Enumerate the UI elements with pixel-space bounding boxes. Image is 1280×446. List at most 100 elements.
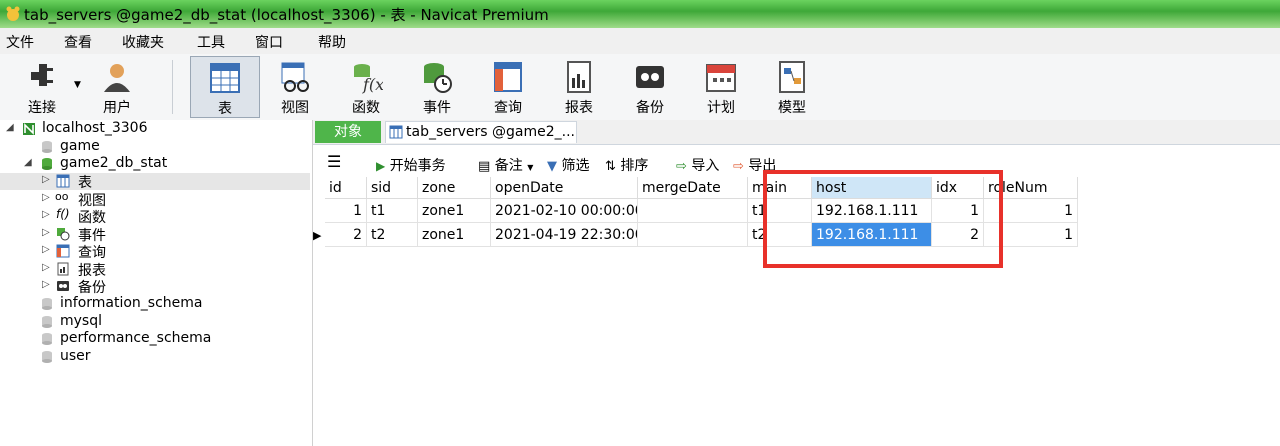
user-button[interactable]: 用户 (88, 56, 146, 118)
table-icon (210, 63, 240, 93)
connection-icon (23, 123, 35, 135)
nav-reports[interactable]: ▷ 报表 (0, 261, 310, 279)
expanded-arrow-icon[interactable]: ◢ (24, 157, 32, 168)
expanded-arrow-icon[interactable]: ◢ (6, 122, 14, 133)
nav-connection[interactable]: ◢ localhost_3306 (0, 120, 310, 138)
table-cell[interactable]: t1 (367, 199, 418, 223)
event-clock-icon (424, 63, 452, 93)
connection-label: localhost_3306 (42, 120, 148, 136)
db-label: game (60, 138, 100, 154)
table-cell[interactable]: 2 (325, 223, 367, 247)
table-cell[interactable]: 2021-02-10 00:00:00 (491, 199, 638, 223)
nav-db-performance-schema[interactable]: performance_schema (0, 330, 310, 348)
table-icon (389, 125, 403, 139)
report-button[interactable]: 报表 (550, 56, 608, 118)
nav-db-user[interactable]: user (0, 348, 310, 366)
filter-label: 筛选 (561, 158, 590, 174)
user-label: 用户 (103, 100, 131, 116)
function-button[interactable]: f(x) 函数 (337, 56, 395, 118)
column-header-mergedate[interactable]: mergeDate (638, 177, 748, 199)
memo-label: 备注 (494, 158, 523, 174)
column-header-zone[interactable]: zone (418, 177, 491, 199)
filter-icon: ▼ (547, 159, 557, 174)
menu-file[interactable]: 文件 (6, 32, 34, 52)
database-icon (42, 298, 52, 310)
svg-text:f(x): f(x) (362, 75, 383, 94)
nav-events[interactable]: ▷ 事件 (0, 226, 310, 244)
table-cell[interactable] (638, 223, 748, 247)
collapsed-arrow-icon[interactable]: ▷ (42, 192, 50, 203)
import-label: 导入 (691, 158, 720, 174)
nav-db-mysql[interactable]: mysql (0, 313, 310, 331)
view-button[interactable]: 视图 (266, 56, 324, 118)
event-clock-icon (57, 228, 70, 241)
collapsed-arrow-icon[interactable]: ▷ (42, 209, 50, 220)
tab-table-data[interactable]: tab_servers @game2_... (385, 121, 577, 143)
collapsed-arrow-icon[interactable]: ▷ (42, 279, 50, 290)
begin-transaction-label: 开始事务 (389, 158, 446, 174)
column-header-sid[interactable]: sid (367, 177, 418, 199)
db-label: performance_schema (60, 330, 212, 346)
model-button[interactable]: 模型 (763, 56, 821, 118)
menu-view[interactable]: 查看 (64, 32, 92, 52)
menu-bar (0, 28, 1280, 54)
collapsed-arrow-icon[interactable]: ▷ (42, 244, 50, 255)
menu-help[interactable]: 帮助 (318, 32, 346, 52)
table-cell[interactable]: 2021-04-19 22:30:00 (491, 223, 638, 247)
nav-queries[interactable]: ▷ 查询 (0, 243, 310, 261)
begin-transaction-button[interactable]: ▶ 开始事务 (376, 155, 446, 175)
column-header-id[interactable]: id (325, 177, 367, 199)
column-header-opendate[interactable]: openDate (491, 177, 638, 199)
menu-favorites[interactable]: 收藏夹 (122, 32, 164, 52)
table-button[interactable]: 表 (190, 56, 260, 118)
navicat-app-icon (6, 6, 20, 21)
filter-button[interactable]: ▼ 筛选 (547, 155, 589, 175)
transaction-icon: ▶ (376, 159, 386, 173)
table-cell[interactable]: t2 (367, 223, 418, 247)
event-button[interactable]: 事件 (408, 56, 466, 118)
sort-label: 排序 (620, 158, 649, 174)
schedule-button[interactable]: 计划 (692, 56, 750, 118)
database-icon (42, 316, 52, 328)
sort-button[interactable]: ⇅ 排序 (605, 155, 648, 175)
nav-tables[interactable]: ▷ 表 (0, 173, 310, 191)
backup-button[interactable]: 备份 (621, 56, 679, 118)
nav-db-game2[interactable]: ◢ game2_db_stat (0, 155, 310, 173)
hamburger-menu-icon[interactable]: ☰ (327, 152, 341, 171)
db-label: information_schema (60, 295, 203, 311)
glasses-icon: oo (55, 190, 69, 203)
nav-db-game[interactable]: game (0, 138, 310, 156)
query-button[interactable]: 查询 (479, 56, 537, 118)
queries-label: 查询 (78, 245, 106, 261)
dropdown-arrow-icon[interactable]: ▼ (74, 80, 81, 90)
nav-functions[interactable]: ▷ f() 函数 (0, 207, 310, 226)
functions-label: 函数 (78, 210, 106, 226)
collapsed-arrow-icon[interactable]: ▷ (42, 227, 50, 238)
view-label: 视图 (281, 100, 309, 116)
table-cell[interactable] (638, 199, 748, 223)
nav-db-information-schema[interactable]: information_schema (0, 295, 310, 313)
database-icon (42, 351, 52, 363)
menu-window[interactable]: 窗口 (255, 32, 283, 52)
import-button[interactable]: ⇨ 导入 (676, 155, 719, 175)
table-cell[interactable]: zone1 (418, 223, 491, 247)
current-row-indicator-icon: ▶ (313, 229, 322, 242)
menu-tools[interactable]: 工具 (197, 32, 225, 52)
backup-icon (636, 66, 664, 88)
table-cell[interactable]: zone1 (418, 199, 491, 223)
tab-objects[interactable]: 对象 (315, 121, 381, 143)
connect-button[interactable]: 连接 (12, 56, 72, 118)
table-icon (56, 174, 70, 188)
memo-button[interactable]: ▤ 备注 ▼ (478, 155, 533, 175)
nav-backups[interactable]: ▷ 备份 (0, 278, 310, 296)
function-icon: f() (56, 207, 70, 221)
db-label: game2_db_stat (60, 155, 168, 171)
plug-icon (31, 64, 53, 86)
tab-table-label: tab_servers @game2_... (406, 124, 575, 140)
table-cell[interactable]: 1 (325, 199, 367, 223)
sort-icon: ⇅ (605, 159, 616, 174)
collapsed-arrow-icon[interactable]: ▷ (42, 174, 50, 185)
collapsed-arrow-icon[interactable]: ▷ (42, 262, 50, 273)
dropdown-arrow-icon: ▼ (527, 163, 534, 172)
nav-views[interactable]: ▷ oo 视图 (0, 190, 310, 209)
